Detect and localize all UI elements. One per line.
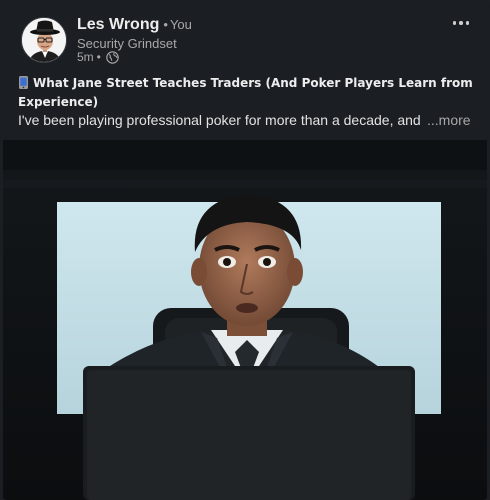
author-headline: Security Grindset [77, 36, 177, 51]
post-image[interactable] [3, 140, 487, 500]
author-name[interactable]: Les Wrong [77, 16, 159, 33]
post-photo [3, 140, 487, 500]
separator-dot: • [163, 17, 168, 32]
see-more-link[interactable]: ...more [425, 111, 471, 129]
post-body-text: I've been playing professional poker for… [18, 112, 421, 128]
post-header: Les Wrong • You Security Grindset 5m • [0, 0, 490, 70]
separator-dot: • [96, 50, 101, 64]
ellipsis-icon[interactable] [446, 12, 476, 34]
globe-icon [106, 50, 119, 64]
author-relation: You [169, 17, 192, 32]
author-line: Les Wrong • You [77, 16, 192, 34]
post-title-text: What Jane Street Teaches Traders (And Po… [18, 76, 473, 109]
post-meta: 5m • [77, 50, 119, 64]
post-title: What Jane Street Teaches Traders (And Po… [18, 74, 478, 112]
post-time: 5m [77, 50, 94, 64]
feed-post-card: Les Wrong•You Security Grindset 5m • W [0, 0, 490, 500]
avatar-photo [22, 18, 66, 62]
mobile-phone-icon [18, 76, 29, 89]
author-avatar[interactable] [21, 17, 67, 63]
